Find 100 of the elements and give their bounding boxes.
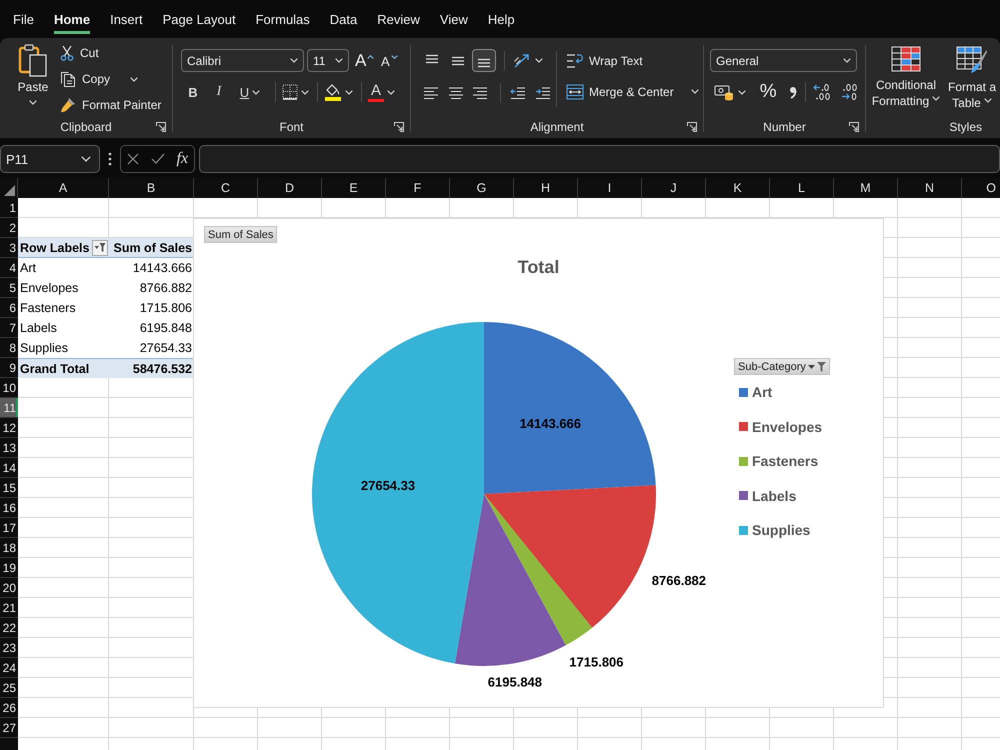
paint-bucket-icon: [324, 83, 342, 101]
corner-arrow-icon[interactable]: [849, 122, 859, 132]
caret-icon: [932, 96, 940, 101]
format-as-table-button[interactable]: Format a Table: [947, 46, 997, 118]
menu-tab[interactable]: Data: [320, 0, 368, 38]
legend-swatch-icon: [739, 526, 748, 535]
percent-style-button[interactable]: %: [758, 81, 778, 103]
menu-tab[interactable]: View: [430, 0, 478, 38]
cancel-icon[interactable]: [126, 153, 139, 165]
clipboard-icon: [18, 43, 48, 77]
underline-button[interactable]: U: [233, 81, 267, 103]
select-all-icon[interactable]: [4, 185, 15, 196]
scissors-icon: [60, 45, 74, 61]
merge-cells-icon: [566, 84, 584, 100]
data-label: 8766.882: [652, 573, 706, 588]
menu-tab[interactable]: Review: [367, 0, 430, 38]
orientation-button[interactable]: [513, 52, 543, 68]
menu-tab[interactable]: Help: [478, 0, 525, 38]
table-cell: 58476.532: [109, 358, 194, 378]
formula-field[interactable]: [199, 145, 1000, 173]
data-label: 6195.848: [488, 674, 542, 690]
group-label: Clipboard: [60, 120, 112, 134]
legend-label: Labels: [752, 488, 796, 504]
group-label: Alignment: [530, 120, 584, 134]
row-header[interactable]: 11: [0, 398, 18, 418]
caret-up-icon: [367, 54, 374, 58]
caret-icon: [29, 100, 37, 105]
shrink-font-button[interactable]: A: [381, 50, 403, 72]
name-box[interactable]: P11: [0, 145, 100, 173]
chart-title: Total: [516, 256, 560, 279]
legend-swatch-icon: [739, 422, 748, 432]
font-color-button[interactable]: A: [368, 81, 395, 103]
caret-icon: [843, 58, 851, 63]
group-label: Number: [763, 120, 806, 134]
legend-swatch-icon: [739, 388, 748, 397]
legend-label: Fasteners: [752, 453, 818, 470]
highlighted-grid-icon: [891, 46, 921, 72]
table-cell: Labels: [18, 318, 109, 338]
font-name-combo[interactable]: Calibri: [181, 49, 304, 72]
caret-icon: [738, 90, 746, 94]
menu-tab[interactable]: File: [3, 0, 44, 38]
align-bottom-button[interactable]: [472, 49, 496, 72]
caret-icon: [535, 58, 543, 63]
table-cell: Art: [18, 258, 109, 278]
caret-icon: [390, 54, 398, 58]
bold-button[interactable]: B: [181, 81, 205, 103]
corner-arrow-icon[interactable]: [687, 122, 697, 132]
indent-left-icon: [510, 84, 526, 100]
corner-arrow-icon[interactable]: [394, 122, 404, 132]
border-grid-icon: [282, 84, 298, 100]
check-icon[interactable]: [150, 153, 165, 165]
field-button[interactable]: Sum of Sales: [204, 226, 278, 243]
paintbrush-icon: [60, 97, 76, 113]
data-label: 1715.806: [569, 654, 624, 670]
vertical-dots-icon[interactable]: [108, 152, 112, 166]
funnel-icon: [816, 362, 826, 372]
color-bar-icon: [368, 98, 384, 102]
merge-center-button[interactable]: Merge & Center: [566, 80, 699, 103]
wrap-text-button[interactable]: Wrap Text: [566, 49, 699, 72]
menu-tab[interactable]: Formulas: [246, 0, 320, 38]
legend-label: Envelopes: [752, 418, 822, 435]
column-heading: Row Labels: [20, 240, 90, 254]
align-center-icon: [448, 84, 464, 100]
table-cell: Grand Total: [18, 358, 109, 378]
increase-decimal-button[interactable]: [812, 81, 833, 103]
caret-icon: [690, 89, 699, 94]
conditional-formatting-button[interactable]: Conditional Formatting: [870, 46, 942, 118]
align-right-icon: [472, 84, 488, 100]
wrap-text-icon: [566, 52, 584, 70]
filter-button[interactable]: [92, 240, 108, 256]
caret-icon: [984, 98, 992, 103]
menu-tab[interactable]: Insert: [100, 0, 153, 38]
paste-button[interactable]: Paste: [12, 40, 54, 105]
legend-swatch-icon: [739, 491, 748, 500]
data-label: 27654.33: [360, 478, 416, 493]
group-label: Styles: [949, 120, 982, 134]
grow-font-button[interactable]: A: [355, 50, 377, 72]
caret-icon: [808, 364, 815, 368]
decimal-arrow-left-icon: [812, 83, 832, 101]
field-button[interactable]: Sub-Category: [734, 358, 830, 375]
diagonal-arrow-icon: [513, 52, 531, 68]
legend-label: Supplies: [752, 522, 810, 538]
insert-function-button[interactable]: fx: [176, 150, 188, 168]
copy-button[interactable]: Copy: [60, 66, 162, 92]
menu-tab[interactable]: Page Layout: [152, 0, 246, 38]
caret-icon: [301, 90, 309, 94]
format-painter-button[interactable]: Format Painter: [60, 92, 162, 118]
caret-icon: [81, 156, 91, 162]
caret-icon: [335, 58, 343, 63]
group-label: Font: [279, 120, 304, 134]
column-header[interactable]: O: [962, 178, 1000, 198]
funnel-icon: [94, 242, 106, 253]
legend-label: Art: [752, 384, 772, 400]
cut-button[interactable]: Cut: [60, 40, 162, 66]
caret-icon: [387, 90, 395, 94]
italic-button[interactable]: I: [207, 81, 231, 103]
font-size-combo[interactable]: 11: [307, 49, 349, 72]
table-cell: Envelopes: [18, 278, 109, 298]
corner-arrow-icon[interactable]: [156, 122, 166, 132]
number-format-combo[interactable]: General: [710, 49, 857, 72]
